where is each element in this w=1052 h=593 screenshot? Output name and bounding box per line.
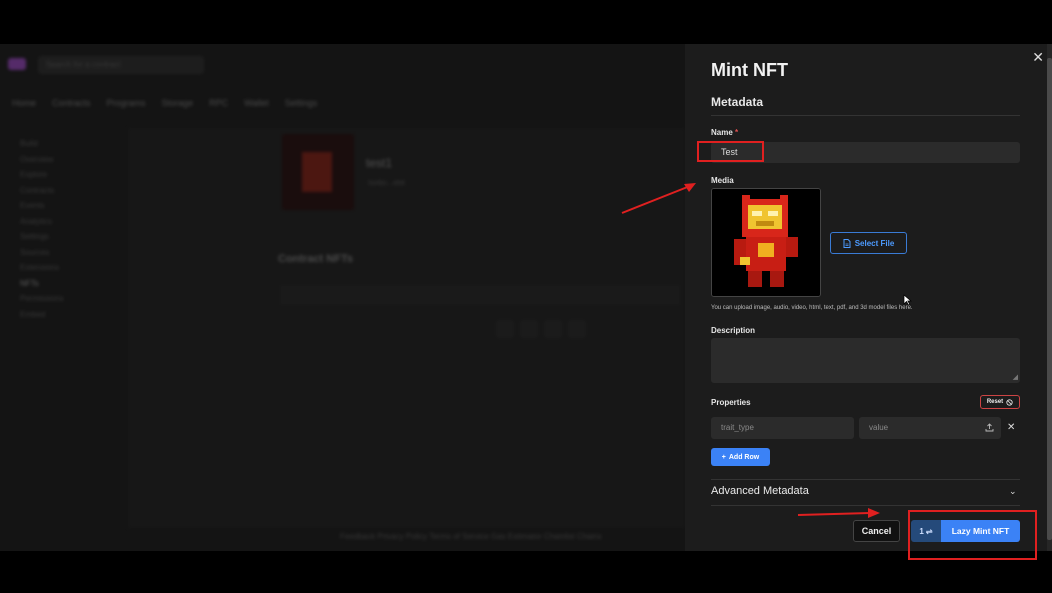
divider — [711, 115, 1020, 116]
pagination — [496, 320, 676, 338]
plus-icon: + — [721, 453, 726, 461]
sidebar-item[interactable]: Permissions — [20, 291, 64, 307]
sidebar: Build Overview Explore Contracts Events … — [20, 136, 64, 322]
contract-title: test1 — [366, 156, 393, 170]
annotation-box-mint — [908, 510, 1037, 560]
sidebar-item[interactable]: Embed — [20, 307, 64, 323]
nav-item[interactable]: RPC — [209, 98, 228, 108]
nav-item[interactable]: Programs — [107, 98, 146, 108]
media-label: Media — [711, 176, 734, 185]
sidebar-item[interactable]: Overview — [20, 152, 64, 168]
page-button[interactable] — [520, 320, 538, 338]
footer-links[interactable]: Feedback Privacy Policy Terms of Service… — [340, 532, 602, 541]
properties-label: Properties — [711, 398, 751, 407]
logo — [8, 58, 26, 70]
sidebar-item[interactable]: Sources — [20, 245, 64, 261]
resize-handle-icon[interactable]: ◢ — [1013, 373, 1018, 381]
app-frame: Search for a contract Home Contracts Pro… — [0, 44, 1052, 551]
metadata-heading: Metadata — [711, 95, 764, 109]
section-title: Contract NFTs — [278, 253, 353, 265]
reset-label: Reset — [986, 399, 1004, 405]
sidebar-item-nfts[interactable]: NFTs — [20, 276, 64, 292]
reset-button[interactable]: Reset — [980, 395, 1020, 409]
sidebar-item[interactable]: Events — [20, 198, 64, 214]
page-button[interactable] — [496, 320, 514, 338]
add-row-button[interactable]: + Add Row — [711, 448, 770, 466]
search-input[interactable]: Search for a contract — [38, 56, 204, 74]
cursor-icon — [903, 294, 912, 306]
media-preview[interactable] — [711, 188, 821, 297]
page-button[interactable] — [544, 320, 562, 338]
nav-item[interactable]: Home — [12, 98, 36, 108]
add-row-label: Add Row — [728, 453, 760, 461]
nav-item[interactable]: Storage — [162, 98, 194, 108]
remove-icon[interactable]: ✕ — [1007, 422, 1015, 433]
file-icon — [843, 238, 851, 248]
description-label: Description — [711, 326, 756, 335]
contract-address[interactable]: 0xAbc...eb6 — [368, 180, 405, 187]
media-hint: You can upload image, audio, video, html… — [711, 305, 913, 311]
name-label: Name * — [711, 128, 738, 137]
trait-value-input[interactable]: value — [859, 417, 1001, 439]
sidebar-item[interactable]: Analytics — [20, 214, 64, 230]
scrollbar-thumb[interactable] — [1047, 58, 1052, 540]
annotation-arrow-icon — [797, 508, 880, 518]
table-header — [280, 285, 680, 305]
annotation-arrow-icon — [621, 183, 696, 214]
close-icon[interactable]: ✕ — [1032, 49, 1044, 66]
drawer-title: Mint NFT — [711, 60, 788, 80]
name-label-text: Name — [711, 128, 733, 137]
annotation-box-name — [697, 141, 764, 162]
sidebar-item[interactable]: Explore — [20, 167, 64, 183]
nav-item[interactable]: Settings — [285, 98, 318, 108]
trait-value-placeholder: value — [869, 423, 889, 432]
divider — [711, 479, 1020, 480]
main-nav: Home Contracts Programs Storage RPC Wall… — [12, 98, 317, 108]
contract-thumbnail — [282, 134, 354, 210]
sidebar-item[interactable]: Contracts — [20, 183, 64, 199]
nav-item[interactable]: Wallet — [244, 98, 269, 108]
mint-nft-drawer: ✕ Mint NFT Metadata Name * Test Media Se… — [685, 44, 1052, 551]
select-file-label: Select File — [854, 238, 895, 248]
chevron-down-icon[interactable]: ⌄ — [1009, 486, 1017, 497]
nav-item[interactable]: Contracts — [52, 98, 91, 108]
sidebar-item: Build — [20, 139, 38, 148]
upload-icon[interactable] — [985, 423, 994, 432]
description-textarea[interactable]: ◢ — [711, 338, 1020, 383]
advanced-metadata-toggle[interactable]: Advanced Metadata — [711, 485, 809, 497]
sidebar-item[interactable]: Extensions — [20, 260, 64, 276]
page-button[interactable] — [568, 320, 586, 338]
select-file-button[interactable]: Select File — [830, 232, 907, 254]
required-marker: * — [735, 128, 739, 137]
trait-type-input[interactable]: trait_type — [711, 417, 854, 439]
cancel-button[interactable]: Cancel — [853, 520, 900, 542]
sidebar-item[interactable]: Settings — [20, 229, 64, 245]
reset-icon — [1006, 398, 1013, 406]
nft-image — [712, 189, 820, 296]
